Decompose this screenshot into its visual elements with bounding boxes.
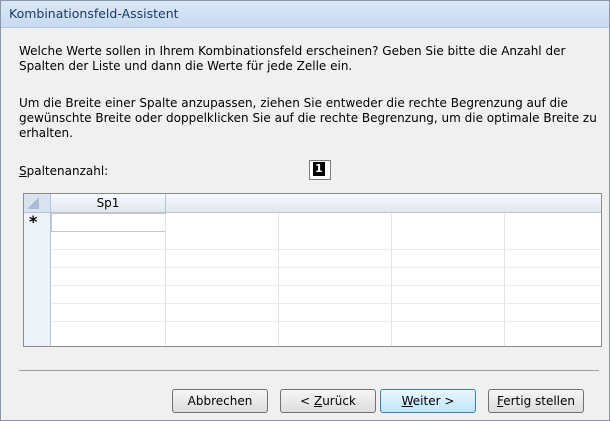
new-record-icon: * — [29, 212, 38, 231]
instruction-text-1: Welche Werte sollen in Ihrem Kombination… — [19, 44, 566, 73]
column-count-label: Spaltenanzahl: — [19, 164, 108, 178]
column-count-label-accel: S — [19, 164, 27, 178]
back-button[interactable]: < Zurück — [280, 389, 376, 413]
title-bar: Kombinationsfeld-Assistent — [1, 1, 609, 28]
next-button[interactable]: Weiter > — [380, 389, 476, 413]
values-grid[interactable]: Sp1 * — [23, 193, 602, 347]
cancel-button-label: Abbrechen — [187, 394, 253, 408]
grid-column-divider — [504, 213, 505, 346]
finish-button-rest: ertig stellen — [503, 394, 576, 408]
wizard-window: Kombinationsfeld-Assistent Welche Werte … — [0, 0, 610, 421]
next-button-rest: eiter > — [412, 394, 455, 408]
grid-header-row: Sp1 — [24, 194, 601, 213]
grid-row-divider — [51, 303, 601, 304]
back-button-rest: urück — [322, 394, 356, 408]
column-header-sp1[interactable]: Sp1 — [51, 194, 166, 212]
grid-row-divider — [51, 267, 601, 268]
next-button-accel: W — [401, 394, 413, 408]
grid-row-divider — [51, 285, 601, 286]
grid-cell-sp1-new[interactable] — [51, 213, 166, 232]
column-count-value: 1 — [313, 162, 325, 176]
grid-column-divider — [165, 213, 166, 346]
cancel-button[interactable]: Abbrechen — [172, 389, 268, 413]
column-count-label-rest: paltenanzahl: — [26, 164, 109, 178]
button-separator — [19, 370, 599, 371]
row-selector-column[interactable]: * — [24, 213, 51, 346]
select-all-corner[interactable] — [24, 194, 51, 212]
select-all-triangle-icon — [27, 197, 39, 209]
finish-button[interactable]: Fertig stellen — [488, 389, 584, 413]
window-title: Kombinationsfeld-Assistent — [9, 6, 179, 21]
grid-row-divider — [51, 321, 601, 322]
back-button-prefix: < — [300, 394, 314, 408]
column-count-input[interactable]: 1 — [309, 160, 331, 180]
grid-row-divider — [51, 249, 601, 250]
grid-column-divider — [278, 213, 279, 346]
back-button-accel: Z — [313, 394, 323, 408]
grid-column-divider — [391, 213, 392, 346]
instruction-text-2: Um die Breite einer Spalte anzupassen, z… — [19, 96, 597, 140]
